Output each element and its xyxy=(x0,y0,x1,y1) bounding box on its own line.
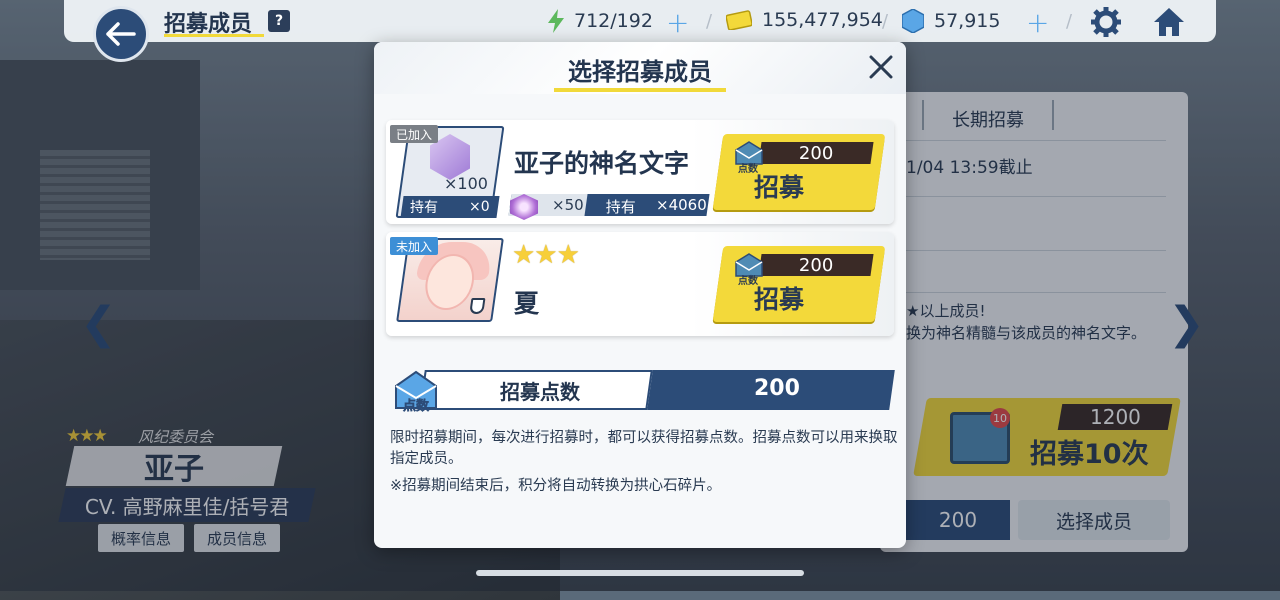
cost-bar: 200 xyxy=(758,254,874,276)
cost-bar: 200 xyxy=(758,142,874,164)
item-count: ×100 xyxy=(444,174,488,193)
separator: / xyxy=(706,11,713,32)
conversion-bar: ×50 持有 ×4060 xyxy=(508,194,710,216)
joined-tag: 已加入 xyxy=(390,125,439,143)
gems-value: 57,915 xyxy=(934,10,1001,32)
conversion-hold-value: ×4060 xyxy=(656,196,707,214)
settings-button[interactable] xyxy=(1090,6,1122,38)
help-button[interactable]: ? xyxy=(268,10,290,32)
modal-title-underline xyxy=(554,88,726,92)
stamina-display: 712/192 xyxy=(546,9,653,33)
gems-display: 57,915 xyxy=(902,9,1000,33)
defense-type-icon xyxy=(469,298,486,314)
credit-card-icon xyxy=(726,10,752,30)
recruit-label: 招募 xyxy=(754,285,805,314)
student-name: 夏 xyxy=(514,289,540,318)
back-arrow-icon xyxy=(106,22,136,46)
modal-title: 选择招募成员 xyxy=(568,58,712,86)
item-held: 持有 ×0 xyxy=(400,196,500,218)
add-stamina-button[interactable]: + xyxy=(666,6,689,39)
recruit-description: 限时招募期间，每次进行招募时，都可以获得招募点数。招募点数可以用来换取指定成员。 xyxy=(390,430,898,467)
conversion-rate: ×50 xyxy=(552,196,584,214)
rarity-stars: ★★★ xyxy=(512,240,580,270)
select-recruit-modal: 选择招募成员 已加入 ×100 持有 ×0 亚子的神名文字 ×50 持有 ×406… xyxy=(374,42,906,548)
credits-display: 155,477,954 xyxy=(726,9,883,31)
separator: / xyxy=(1066,11,1073,32)
credits-value: 155,477,954 xyxy=(762,9,883,31)
points-label: 招募点数 xyxy=(500,380,580,404)
recruit-option-natsu[interactable]: 未加入 ★★★ 夏 200 点数 招募 xyxy=(386,232,894,336)
recruit-points-bar xyxy=(419,370,895,410)
lightning-icon xyxy=(548,9,564,33)
back-button[interactable] xyxy=(93,6,149,62)
stamina-value: 712/192 xyxy=(574,10,653,32)
home-button[interactable] xyxy=(1152,6,1186,38)
points-value: 200 xyxy=(754,376,800,401)
add-gems-button[interactable]: + xyxy=(1026,6,1049,39)
not-joined-tag: 未加入 xyxy=(390,237,439,255)
separator: / xyxy=(882,11,889,32)
recruit-note: ※招募期间结束后，积分将自动转换为拱心石碎片。 xyxy=(390,478,722,494)
gear-icon xyxy=(1091,7,1121,37)
home-indicator[interactable] xyxy=(476,570,804,576)
svg-text:点数: 点数 xyxy=(403,398,430,414)
gem-icon xyxy=(902,9,924,33)
close-icon xyxy=(869,55,893,79)
close-button[interactable] xyxy=(866,52,896,82)
home-icon xyxy=(1154,8,1184,36)
recruit-option-eleph[interactable]: 已加入 ×100 持有 ×0 亚子的神名文字 ×50 持有 ×4060 200 点… xyxy=(386,120,894,224)
points-envelope-icon: 点数 xyxy=(395,370,437,414)
title-underline xyxy=(164,34,264,37)
recruit-label: 招募 xyxy=(754,173,805,202)
conversion-hold-label: 持有 xyxy=(605,198,636,216)
item-name: 亚子的神名文字 xyxy=(514,149,690,178)
